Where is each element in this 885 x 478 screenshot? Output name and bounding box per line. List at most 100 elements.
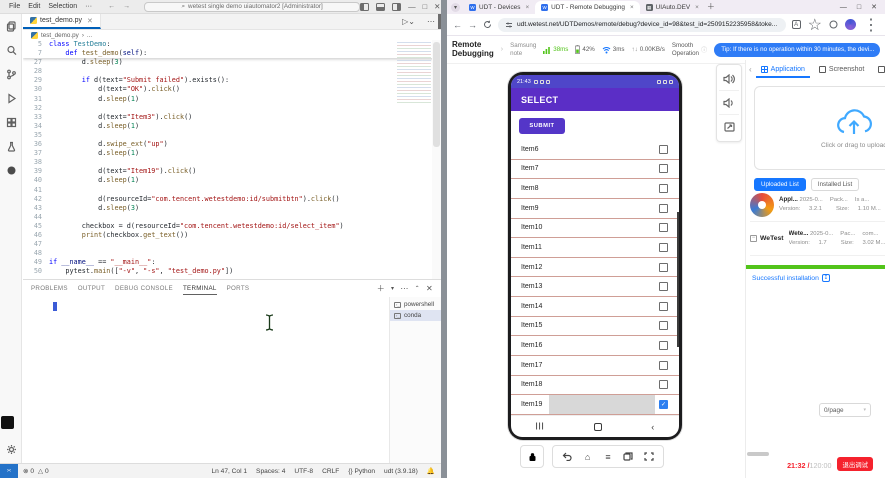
upload-dropzone[interactable]: Click or drag to upload [754, 86, 885, 170]
list-item-item17[interactable]: Item17 [511, 356, 679, 376]
new-tab-button[interactable]: ＋ [707, 1, 715, 12]
lock-button[interactable] [520, 445, 544, 468]
item-checkbox[interactable] [659, 262, 668, 272]
item-checkbox[interactable] [659, 164, 668, 174]
python-interpreter[interactable]: udt (3.9.18) [384, 468, 418, 475]
breadcrumb[interactable]: test_demo.py › ... [23, 30, 441, 40]
menu-edit[interactable]: Edit [28, 3, 40, 10]
extensions-puzzle-icon[interactable] [829, 20, 838, 29]
list-item-item12[interactable]: Item12 [511, 258, 679, 278]
list-item-item6[interactable]: Item6 [511, 140, 679, 160]
app-row[interactable]: − WeTest Wete... 2025-0... Pac... com... V… [750, 222, 885, 256]
errors-indicator[interactable]: ⊗ 0 [23, 467, 34, 475]
browser-tab-uiauto-dev[interactable]: ▦ UIAuto.DEV × [640, 1, 705, 14]
maximize-button[interactable]: □ [857, 4, 861, 11]
testing-icon[interactable] [0, 134, 22, 158]
nav-menu-button[interactable]: ≡ [600, 448, 616, 466]
wetest-group-node[interactable]: − WeTest [750, 235, 784, 242]
item-checkbox[interactable]: ✓ [659, 399, 668, 409]
toggle-panel-icon[interactable] [376, 2, 386, 11]
browser-tab-remote-debugging[interactable]: W UDT - Remote Debugging × [535, 1, 640, 14]
download-log-icon[interactable]: ↧ [821, 274, 830, 282]
bookmark-star-icon[interactable]: ☆ [808, 15, 822, 35]
forward-icon[interactable]: → [468, 20, 477, 30]
list-scrollbar[interactable] [677, 212, 679, 347]
tab-ports[interactable]: PORTS [227, 285, 250, 292]
tab-clipped[interactable] [873, 60, 885, 78]
item-checkbox[interactable] [659, 380, 668, 390]
item-checkbox[interactable] [659, 282, 668, 292]
tab-screenshot[interactable]: Screenshot [814, 60, 869, 78]
item-checkbox[interactable] [659, 242, 668, 252]
collapse-expander-icon[interactable]: − [750, 235, 757, 242]
toggle-secondary-sidebar-icon[interactable] [392, 2, 402, 11]
list-item-item16[interactable]: Item16 [511, 336, 679, 356]
command-center-search[interactable]: ⌕ wetest single demo uiautomator2 [Admin… [144, 1, 361, 12]
indentation[interactable]: Spaces: 4 [256, 468, 285, 475]
close-button[interactable]: ✕ [434, 2, 440, 11]
volume-up-button[interactable] [719, 67, 739, 91]
list-item-item14[interactable]: Item14 [511, 297, 679, 317]
tab-output[interactable]: OUTPUT [78, 285, 105, 292]
minimap[interactable] [397, 42, 431, 104]
cursor-position[interactable]: Ln 47, Col 1 [211, 468, 247, 475]
editor-more-actions-icon[interactable]: ⋯ [427, 17, 435, 26]
list-item-item9[interactable]: Item9 [511, 199, 679, 219]
app-row[interactable]: Appl... 2025-0... Pack... Is a... Version:… [750, 188, 885, 222]
source-control-icon[interactable] [0, 62, 22, 86]
back-button[interactable]: ‹ [651, 422, 654, 432]
toggle-sidebar-icon[interactable] [360, 2, 370, 11]
editor-scrollbar[interactable] [432, 40, 441, 279]
run-debug-icon[interactable] [0, 86, 22, 110]
screenshot-button[interactable] [719, 115, 739, 139]
tab-terminal[interactable]: TERMINAL [182, 285, 217, 295]
tab-close-icon[interactable]: × [630, 4, 634, 11]
item-checkbox[interactable] [659, 341, 668, 351]
list-item-item18[interactable]: Item18 [511, 376, 679, 396]
phone-screen[interactable]: 21:43 SELECT SUBMIT Item6 Item7 Item8 It… [511, 75, 679, 437]
encoding[interactable]: UTF-8 [294, 468, 313, 475]
list-item-item11[interactable]: Item11 [511, 238, 679, 258]
exit-debug-button[interactable]: 退出调试 [837, 457, 873, 471]
notifications-bell-icon[interactable]: 🔔 [427, 467, 435, 475]
tab-application[interactable]: Application [756, 60, 810, 78]
extension-circle-icon[interactable] [0, 158, 22, 182]
tab-close-icon[interactable]: × [695, 4, 699, 11]
close-button[interactable]: ✕ [871, 3, 877, 11]
tab-close-icon[interactable]: × [525, 4, 529, 11]
item-checkbox[interactable] [659, 184, 668, 194]
item-checkbox[interactable] [659, 321, 668, 331]
reload-icon[interactable] [483, 20, 492, 29]
fullscreen-button[interactable] [641, 448, 657, 466]
recents-button[interactable]: ||| [536, 423, 545, 430]
list-item-item13[interactable]: Item13 [511, 277, 679, 297]
list-item-item7[interactable]: Item7 [511, 160, 679, 180]
item-checkbox[interactable] [659, 360, 668, 370]
minimize-button[interactable]: — [840, 4, 847, 11]
page-size-select[interactable]: 0/page ▾ [819, 403, 871, 417]
new-terminal-icon[interactable]: ＋ [377, 283, 385, 294]
list-item-item19[interactable]: Item19 ✓ [511, 395, 679, 415]
tab-search-icon[interactable]: ▾ [451, 3, 460, 12]
maximize-button[interactable]: □ [423, 2, 428, 11]
remote-indicator[interactable]: ›‹ [0, 463, 18, 478]
extensions-icon[interactable] [0, 110, 22, 134]
back-icon[interactable]: ← [453, 20, 462, 30]
code-editor[interactable]: 5 class TestDemo: 7 def test_demo(self): 2… [23, 40, 441, 279]
collapse-panel-icon[interactable]: ‹ [749, 65, 752, 74]
nav-back-button[interactable] [559, 448, 575, 466]
item-checkbox[interactable] [659, 223, 668, 233]
language-mode[interactable]: {} Python [348, 468, 375, 475]
list-item-item15[interactable]: Item15 [511, 317, 679, 337]
menu-file[interactable]: File [9, 3, 20, 10]
back-arrow-icon[interactable]: ← [108, 3, 115, 10]
terminal-item-conda[interactable]: ›_ conda [390, 310, 441, 321]
volume-down-button[interactable] [719, 91, 739, 115]
menu-more[interactable]: ··· [85, 3, 92, 10]
tab-test-demo-py[interactable]: test_demo.py ✕ [23, 14, 101, 29]
explorer-icon[interactable] [0, 14, 22, 38]
switch-app-button[interactable] [620, 448, 636, 466]
terminal-profile-chevron-icon[interactable]: ▾ [391, 285, 394, 292]
search-sidebar-icon[interactable] [0, 38, 22, 62]
run-python-file-button[interactable]: ▷⌄ [402, 17, 415, 26]
